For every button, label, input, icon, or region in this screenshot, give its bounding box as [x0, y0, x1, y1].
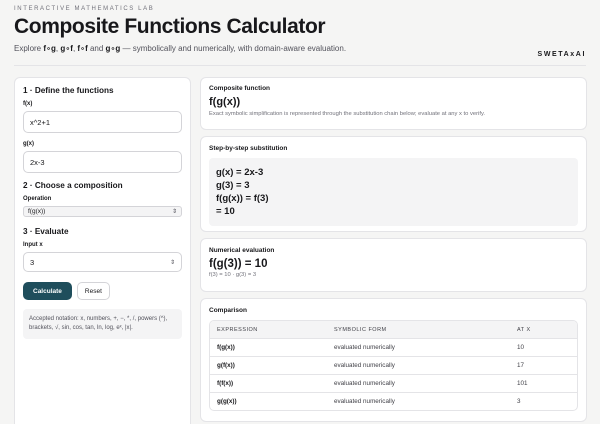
operation-select[interactable]: f(g(x)) ⇕ — [23, 206, 182, 217]
table-row: g(f(x)) evaluated numerically 17 — [210, 356, 577, 374]
input-x-field[interactable]: 3 ⇕ — [23, 252, 182, 272]
table-header: EXPRESSION SYMBOLIC FORM AT X — [210, 321, 577, 338]
numeric-detail: f(3) = 10 · g(3) = 3 — [209, 272, 257, 278]
page-kicker: INTERACTIVE MATHEMATICS LAB — [14, 6, 155, 12]
page-header: INTERACTIVE MATHEMATICS LAB Composite Fu… — [14, 6, 586, 58]
composite-note: Exact symbolic simplification is represe… — [209, 111, 486, 117]
reset-button[interactable]: Reset — [76, 282, 110, 300]
row-value: 10 — [517, 344, 525, 351]
action-buttons: Calculate Reset — [23, 282, 182, 300]
row-expression: f(f(x)) — [217, 380, 234, 387]
numeric-title: Numerical evaluation — [209, 247, 275, 254]
row-symbolic: evaluated numerically — [334, 362, 395, 369]
row-expression: f(g(x)) — [217, 344, 235, 351]
header-symbolic: SYMBOLIC FORM — [334, 326, 387, 333]
f-label: f(x) — [23, 101, 33, 107]
stepper-icon[interactable]: ⇕ — [170, 259, 175, 266]
steps-title: Step-by-step substitution — [209, 145, 288, 152]
header-divider — [14, 65, 586, 66]
row-value: 17 — [517, 362, 525, 369]
compose-section-title: 2 · Choose a composition — [23, 181, 123, 190]
evaluate-section-title: 3 · Evaluate — [23, 227, 69, 236]
step-line: g(x) = 2x-3 — [216, 167, 264, 178]
composite-card: Composite function f(g(x)) Exact symboli… — [200, 77, 587, 130]
calculate-button[interactable]: Calculate — [23, 282, 72, 300]
numeric-result: f(g(3)) = 10 — [209, 258, 268, 270]
composite-expression: f(g(x)) — [209, 96, 241, 108]
row-symbolic: evaluated numerically — [334, 344, 395, 351]
operation-label: Operation — [23, 196, 52, 202]
row-symbolic: evaluated numerically — [334, 380, 395, 387]
steps-box: g(x) = 2x-3 g(3) = 3 f(g(x)) = f(3) = 10 — [209, 158, 578, 226]
notation-help: Accepted notation: x, numbers, +, −, *, … — [23, 309, 182, 339]
f-input[interactable]: x^2+1 — [23, 111, 182, 133]
row-expression: g(g(x)) — [217, 398, 237, 405]
step-line: g(3) = 3 — [216, 180, 250, 191]
input-x-value: 3 — [30, 257, 35, 267]
step-line: f(g(x)) = f(3) — [216, 193, 269, 204]
table-row: f(g(x)) evaluated numerically 10 — [210, 338, 577, 356]
row-value: 101 — [517, 380, 528, 387]
numeric-card: Numerical evaluation f(g(3)) = 10 f(3) =… — [200, 238, 587, 292]
operation-select-value: f(g(x)) — [28, 208, 46, 215]
g-input[interactable]: 2x-3 — [23, 151, 182, 173]
comparison-table: EXPRESSION SYMBOLIC FORM AT X f(g(x)) ev… — [209, 320, 578, 411]
page-title: Composite Functions Calculator — [14, 15, 326, 38]
row-symbolic: evaluated numerically — [334, 398, 395, 405]
brand-logo: SWETAxAI — [537, 51, 586, 58]
updown-chevron-icon: ⇕ — [171, 209, 177, 215]
composite-title: Composite function — [209, 85, 271, 92]
table-row: f(f(x)) evaluated numerically 101 — [210, 374, 577, 392]
row-value: 3 — [517, 398, 521, 405]
define-section-title: 1 · Define the functions — [23, 86, 114, 95]
table-row: g(g(x)) evaluated numerically 3 — [210, 392, 577, 410]
g-label: g(x) — [23, 141, 34, 147]
input-x-label: Input x — [23, 242, 43, 248]
step-line: = 10 — [216, 206, 235, 217]
page-subtitle: Explore f∘g, g∘f, f∘f and g∘g — symbolic… — [14, 44, 347, 53]
comparison-title: Comparison — [209, 307, 247, 314]
steps-card: Step-by-step substitution g(x) = 2x-3 g(… — [200, 136, 587, 232]
header-expression: EXPRESSION — [217, 326, 258, 333]
row-expression: g(f(x)) — [217, 362, 235, 369]
header-at-x: AT X — [517, 326, 531, 333]
input-panel: 1 · Define the functions f(x) x^2+1 g(x)… — [14, 77, 191, 424]
comparison-card: Comparison EXPRESSION SYMBOLIC FORM AT X… — [200, 298, 587, 422]
